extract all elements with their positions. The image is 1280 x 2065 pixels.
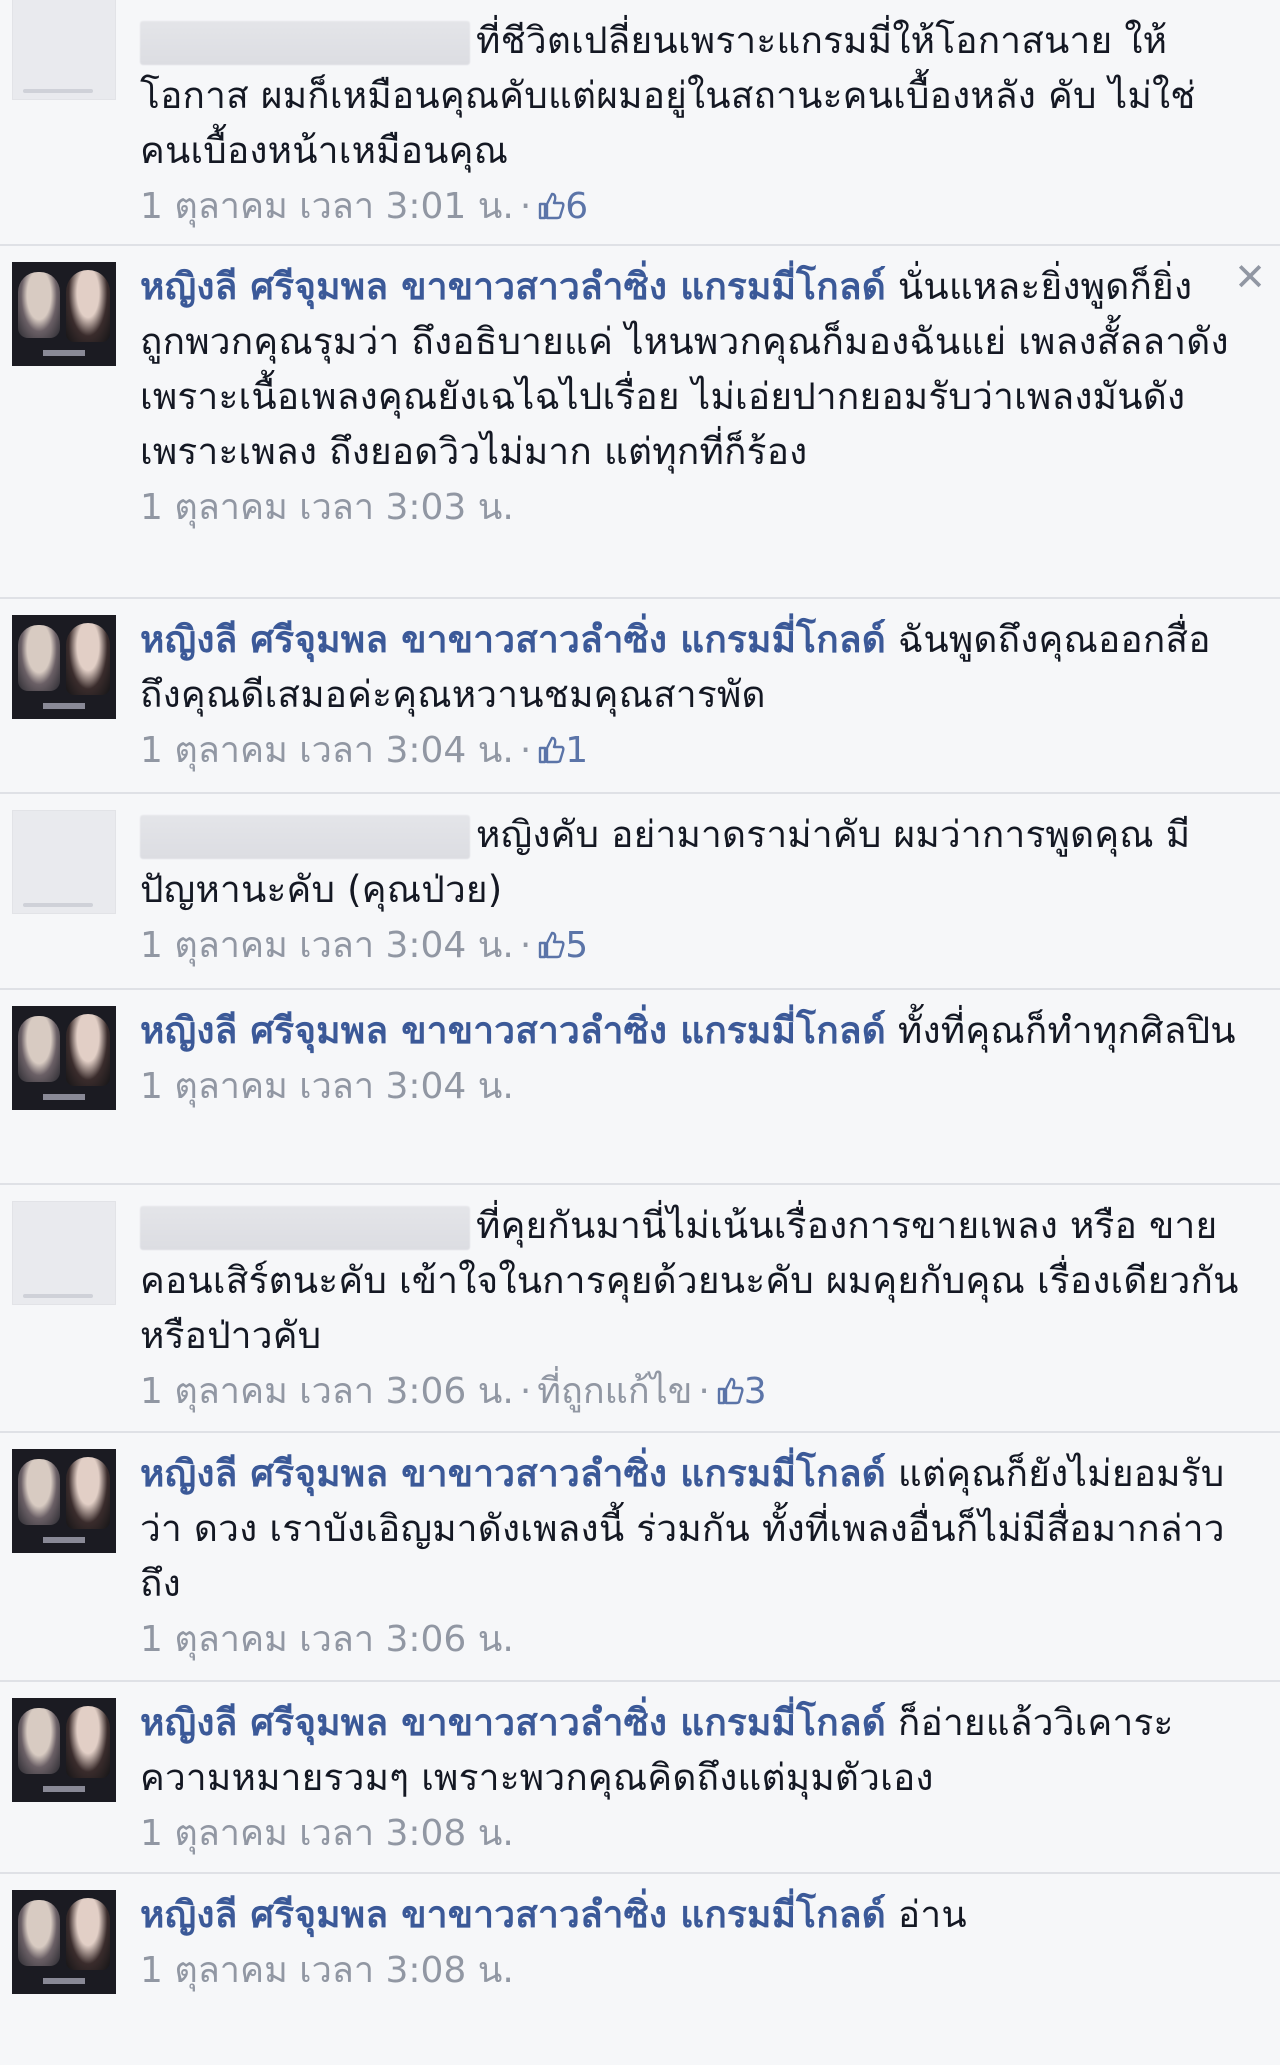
- avatar[interactable]: [12, 615, 116, 719]
- thumbs-up-icon[interactable]: [537, 735, 565, 765]
- meta-separator: ·: [519, 186, 532, 227]
- comment-text: ทั้งที่คุณก็ทำทุกศิลปิน: [897, 1009, 1236, 1052]
- avatar-photo-left: [18, 1016, 60, 1082]
- comment-author[interactable]: หญิงลี ศรีจุมพล ขาขาวสาวลำซิ่ง แกรมมี่โก…: [140, 1452, 886, 1495]
- avatar-photo-left: [18, 1708, 60, 1774]
- close-icon[interactable]: ✕: [1234, 258, 1266, 296]
- avatar-caption: [12, 1978, 116, 1984]
- comment-meta: 1 ตุลาคม เวลา 3:08 น.: [140, 1942, 1240, 2012]
- comment-body: ที่คุยกันมานี่ไม่เน้นเรื่องการขายเพลง หร…: [140, 1198, 1240, 1363]
- avatar-photo-right: [66, 623, 110, 695]
- avatar[interactable]: [12, 1449, 116, 1553]
- like-count[interactable]: 1: [565, 730, 588, 771]
- comment-timestamp[interactable]: 1 ตุลาคม เวลา 3:04 น.: [140, 730, 514, 771]
- avatar[interactable]: [12, 1006, 116, 1110]
- avatar-photo-left: [18, 1900, 60, 1966]
- comment-item: หญิงลี ศรีจุมพล ขาขาวสาวลำซิ่ง แกรมมี่โก…: [0, 1682, 1280, 1874]
- like-count[interactable]: 3: [744, 1371, 767, 1412]
- comment-body: หญิงคับ อย่ามาดราม่าคับ ผมว่าการพูดคุณ ม…: [140, 807, 1240, 917]
- comment-item: หญิงลี ศรีจุมพล ขาขาวสาวลำซิ่ง แกรมมี่โก…: [0, 990, 1280, 1185]
- redacted-author-name: [140, 20, 470, 65]
- avatar[interactable]: [12, 1698, 116, 1802]
- avatar-photo-left: [18, 625, 60, 691]
- comment-meta: 1 ตุลาคม เวลา 3:08 น.: [140, 1805, 1240, 1875]
- comment-body: หญิงลี ศรีจุมพล ขาขาวสาวลำซิ่ง แกรมมี่โก…: [140, 259, 1240, 479]
- comment-body: หญิงลี ศรีจุมพล ขาขาวสาวลำซิ่ง แกรมมี่โก…: [140, 1446, 1240, 1611]
- avatar[interactable]: [12, 262, 116, 366]
- avatar-blur: [23, 89, 93, 93]
- avatar-blur: [23, 903, 93, 907]
- avatar-caption: [12, 1094, 116, 1100]
- comment-body: หญิงลี ศรีจุมพล ขาขาวสาวลำซิ่ง แกรมมี่โก…: [140, 1003, 1240, 1058]
- avatar-caption: [12, 703, 116, 709]
- comment-text: อ่าน: [897, 1893, 967, 1936]
- avatar-caption: [12, 1786, 116, 1792]
- comment-thread: ที่ชีวิตเปลี่ยนเพราะแกรมมี่ให้โอกาสนาย ใ…: [0, 0, 1280, 2065]
- comment-meta: 1 ตุลาคม เวลา 3:06 น. · ที่ถูกแก้ไข · 3: [140, 1363, 1240, 1433]
- avatar-photo-left: [18, 272, 60, 338]
- avatar-photo-right: [66, 1457, 110, 1529]
- meta-separator: ·: [519, 730, 532, 771]
- thumbs-up-icon[interactable]: [537, 930, 565, 960]
- redacted-author-name: [140, 1205, 470, 1250]
- edited-label[interactable]: ที่ถูกแก้ไข: [537, 1371, 692, 1412]
- avatar[interactable]: [12, 1890, 116, 1994]
- avatar-caption: [12, 1537, 116, 1543]
- like-count[interactable]: 6: [565, 186, 588, 227]
- comment-timestamp[interactable]: 1 ตุลาคม เวลา 3:04 น.: [140, 925, 514, 966]
- comment-meta: 1 ตุลาคม เวลา 3:04 น. · 1: [140, 722, 1240, 792]
- comment-body: หญิงลี ศรีจุมพล ขาขาวสาวลำซิ่ง แกรมมี่โก…: [140, 1695, 1240, 1805]
- comment-item: ที่คุยกันมานี่ไม่เน้นเรื่องการขายเพลง หร…: [0, 1185, 1280, 1433]
- comment-body: หญิงลี ศรีจุมพล ขาขาวสาวลำซิ่ง แกรมมี่โก…: [140, 1887, 1240, 1942]
- avatar-blur: [23, 1294, 93, 1298]
- comment-author[interactable]: หญิงลี ศรีจุมพล ขาขาวสาวลำซิ่ง แกรมมี่โก…: [140, 1701, 886, 1744]
- comment-timestamp[interactable]: 1 ตุลาคม เวลา 3:08 น.: [140, 1813, 514, 1854]
- avatar-photo-right: [66, 1014, 110, 1086]
- comment-author[interactable]: หญิงลี ศรีจุมพล ขาขาวสาวลำซิ่ง แกรมมี่โก…: [140, 1009, 886, 1052]
- avatar-caption: [12, 350, 116, 356]
- comment-item: หญิงคับ อย่ามาดราม่าคับ ผมว่าการพูดคุณ ม…: [0, 794, 1280, 990]
- comment-timestamp[interactable]: 1 ตุลาคม เวลา 3:03 น.: [140, 487, 514, 528]
- comment-item: ✕ หญิงลี ศรีจุมพล ขาขาวสาวลำซิ่ง แกรมมี่…: [0, 246, 1280, 599]
- meta-separator: ·: [698, 1371, 710, 1412]
- avatar-photo-right: [66, 1706, 110, 1778]
- comment-item: หญิงลี ศรีจุมพล ขาขาวสาวลำซิ่ง แกรมมี่โก…: [0, 1433, 1280, 1682]
- avatar-photo-right: [66, 1898, 110, 1970]
- comment-item: ที่ชีวิตเปลี่ยนเพราะแกรมมี่ให้โอกาสนาย ใ…: [0, 0, 1280, 246]
- comment-meta: 1 ตุลาคม เวลา 3:01 น. · 6: [140, 178, 1240, 248]
- comment-timestamp[interactable]: 1 ตุลาคม เวลา 3:06 น.: [140, 1619, 514, 1660]
- thumbs-up-icon[interactable]: [537, 191, 565, 221]
- comment-meta: 1 ตุลาคม เวลา 3:04 น.: [140, 1058, 1240, 1128]
- comment-timestamp[interactable]: 1 ตุลาคม เวลา 3:01 น.: [140, 186, 514, 227]
- comment-author[interactable]: หญิงลี ศรีจุมพล ขาขาวสาวลำซิ่ง แกรมมี่โก…: [140, 1893, 886, 1936]
- comment-author[interactable]: หญิงลี ศรีจุมพล ขาขาวสาวลำซิ่ง แกรมมี่โก…: [140, 618, 886, 661]
- comment-author[interactable]: หญิงลี ศรีจุมพล ขาขาวสาวลำซิ่ง แกรมมี่โก…: [140, 265, 886, 308]
- like-count[interactable]: 5: [565, 925, 588, 966]
- comment-meta: 1 ตุลาคม เวลา 3:03 น.: [140, 479, 1240, 549]
- comment-body: ที่ชีวิตเปลี่ยนเพราะแกรมมี่ให้โอกาสนาย ใ…: [140, 13, 1240, 178]
- comment-body: หญิงลี ศรีจุมพล ขาขาวสาวลำซิ่ง แกรมมี่โก…: [140, 612, 1240, 722]
- comment-meta: 1 ตุลาคม เวลา 3:04 น. · 5: [140, 917, 1240, 987]
- thumbs-up-icon[interactable]: [716, 1376, 744, 1406]
- redacted-author-name: [140, 814, 470, 859]
- avatar-photo-left: [18, 1459, 60, 1525]
- comment-timestamp[interactable]: 1 ตุลาคม เวลา 3:04 น.: [140, 1066, 514, 1107]
- avatar[interactable]: [12, 0, 116, 100]
- comment-item: หญิงลี ศรีจุมพล ขาขาวสาวลำซิ่ง แกรมมี่โก…: [0, 1874, 1280, 2065]
- comment-timestamp[interactable]: 1 ตุลาคม เวลา 3:06 น.: [140, 1371, 514, 1412]
- comment-item: หญิงลี ศรีจุมพล ขาขาวสาวลำซิ่ง แกรมมี่โก…: [0, 599, 1280, 794]
- comment-meta: 1 ตุลาคม เวลา 3:06 น.: [140, 1611, 1240, 1681]
- meta-separator: ·: [519, 925, 532, 966]
- comment-timestamp[interactable]: 1 ตุลาคม เวลา 3:08 น.: [140, 1950, 514, 1991]
- avatar-photo-right: [66, 270, 110, 342]
- avatar[interactable]: [12, 1201, 116, 1305]
- meta-separator: ·: [519, 1371, 532, 1412]
- avatar[interactable]: [12, 810, 116, 914]
